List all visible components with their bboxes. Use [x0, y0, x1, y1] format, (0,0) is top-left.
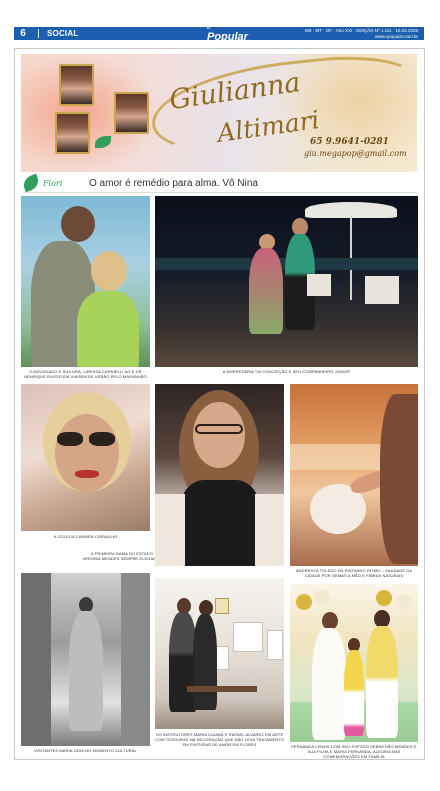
column-logo-text: Fiori [43, 178, 63, 188]
blouse [181, 480, 259, 566]
person-figure [69, 611, 103, 731]
contact-email[interactable]: giu.megapop@gmail.com [304, 149, 407, 158]
person-figure [77, 291, 139, 367]
hair [380, 394, 418, 564]
flower-painting [267, 630, 283, 660]
section-label: SOCIAL [47, 29, 79, 38]
divider [23, 192, 417, 193]
sunglasses [57, 432, 83, 446]
balloon [314, 590, 330, 606]
photo-caption: A empresária Tia Conceição e seu companh… [222, 369, 351, 374]
photo-caption: Os instrutores Maria Cuiabá e Rafael Alv… [155, 732, 284, 747]
photo-family-celebration[interactable] [290, 584, 418, 742]
photo-portrait-glasses[interactable] [155, 384, 284, 566]
page-header-bar: 6 SOCIAL o Popular MS · MT · DF · Ano XX… [14, 26, 424, 44]
person-figure [344, 650, 364, 736]
balloon [296, 594, 312, 610]
balloon [396, 594, 412, 610]
columnist-portrait [55, 112, 90, 154]
person-head [91, 251, 127, 291]
columnist-portrait [59, 64, 94, 106]
edition-line: MS · MT · DF · Ano XXI · EDIÇÃO Nº 1.111… [304, 28, 418, 33]
photo-caption: Andressa Toledo da Pintando Ritmo – saud… [295, 568, 413, 578]
wall [121, 573, 150, 746]
jacket [155, 494, 185, 566]
person-head [61, 206, 95, 242]
frame-painting [215, 598, 229, 614]
edition-info: MS · MT · DF · Ano XXI · EDIÇÃO Nº 1.111… [305, 28, 418, 39]
photo-caption: A primeira dama do estado Virgínia Mende… [82, 551, 162, 561]
photo-caption: O advogado e sua Dra. Larissa Carnielli … [24, 369, 147, 379]
eyeglasses [195, 424, 243, 434]
columnist-portrait [114, 92, 149, 134]
sunglasses [89, 432, 115, 446]
newspaper-logo[interactable]: o Popular [207, 26, 248, 44]
photo-art-studio[interactable] [155, 578, 284, 729]
balloon [376, 590, 392, 606]
contact-phone[interactable]: 65 9.9641-0281 [310, 137, 389, 147]
photo-painting-hand[interactable] [290, 384, 418, 566]
table [187, 686, 257, 692]
person-figure [249, 248, 283, 334]
photo-caption: A colega Carmen Carvalho [53, 534, 118, 539]
photo-couple-beach[interactable] [21, 196, 150, 367]
photo-corridor-bw[interactable] [21, 573, 150, 746]
person-figure [193, 614, 217, 710]
lounge-chair [307, 274, 331, 296]
website-url[interactable]: www.opopular.com.br [305, 34, 418, 40]
photo-caption: Fernanda Lemos com seu esposo Sebastião … [291, 744, 417, 759]
person-face [193, 402, 245, 468]
wall [21, 573, 51, 746]
person-figure [366, 626, 398, 738]
column-title: Fiori O amor é remédio para alma. Vô Nin… [21, 173, 419, 193]
leaf-icon [21, 173, 41, 193]
person-figure [312, 628, 346, 740]
person-face [55, 414, 119, 492]
lounge-chair [365, 276, 399, 304]
page-number: 6 [14, 27, 32, 40]
flower-painting [233, 622, 263, 652]
photo-selfie-sunglasses[interactable] [21, 384, 150, 531]
smile [75, 470, 99, 478]
column-headline: O amor é remédio para alma. Vô Nina [89, 177, 258, 189]
photo-caption: Visitantes Maria Lídia no momento cultur… [34, 748, 137, 753]
jacket [255, 494, 284, 566]
photo-night-pool[interactable] [155, 196, 418, 367]
newspaper-logo-name: Popular [207, 31, 248, 43]
header-divider [38, 29, 39, 38]
